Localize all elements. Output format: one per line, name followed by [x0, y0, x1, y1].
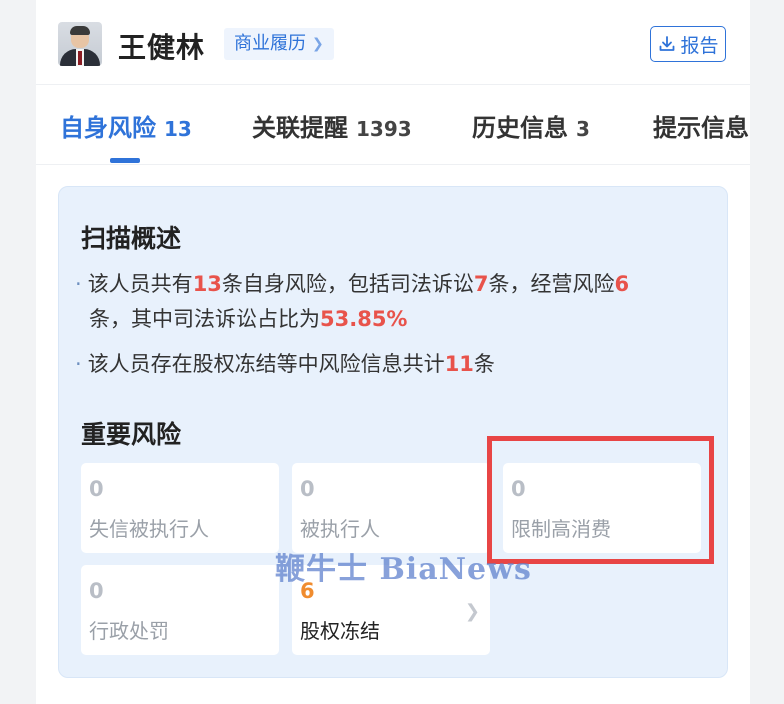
important-risk-title: 重要风险 — [81, 420, 182, 449]
tab-count: 1393 — [356, 117, 412, 141]
summary-bullet-2: · 该人员存在股权冻结等中风险信息共计11条 — [75, 352, 495, 376]
person-name: 王健林 — [118, 31, 206, 64]
download-icon — [660, 36, 675, 51]
report-button[interactable]: 报告 — [650, 26, 726, 62]
tab-label: 提示信息 — [653, 114, 749, 142]
risk-count: 0 — [300, 477, 315, 501]
summary-bullet-1: · 该人员共有13条自身风险，包括司法诉讼7条，经营风险6 条，其中司法诉讼占比为5… — [75, 272, 630, 331]
risk-label: 失信被执行人 — [89, 517, 209, 541]
chevron-right-icon: ❯ — [464, 601, 480, 622]
tab-label: 关联提醒 — [252, 114, 348, 142]
business-history-link[interactable]: 商业履历 ❯ — [224, 28, 334, 60]
risk-tabs: 自身风险 13 关联提醒 1393 历史信息 3 提示信息 — [36, 84, 750, 165]
risk-label: 被执行人 — [300, 517, 380, 541]
scan-summary-title: 扫描概述 — [81, 224, 182, 253]
chevron-right-icon: ❯ — [312, 36, 324, 52]
risk-label: 行政处罚 — [89, 619, 169, 643]
tab-label: 自身风险 — [60, 114, 156, 142]
active-tab-indicator — [110, 158, 140, 163]
tab-self-risk[interactable]: 自身风险 13 — [60, 108, 192, 143]
report-label: 报告 — [680, 34, 719, 57]
watermark: 鞭牛士 BiaNews — [275, 552, 532, 587]
risk-count: 0 — [89, 579, 104, 603]
tab-history[interactable]: 历史信息 3 — [472, 108, 590, 143]
scan-summary-panel: 扫描概述 · 该人员共有13条自身风险，包括司法诉讼7条，经营风险6 条，其中司法诉… — [58, 186, 728, 678]
tab-label: 历史信息 — [472, 114, 568, 142]
risk-label: 股权冻结 — [300, 619, 380, 643]
risk-tile-admin-penalty[interactable]: 0 行政处罚 — [81, 565, 279, 655]
tab-tips[interactable]: 提示信息 — [653, 108, 749, 143]
risk-tile-executed[interactable]: 0 被执行人 — [292, 463, 490, 553]
business-history-label: 商业履历 — [234, 33, 306, 54]
tab-count: 13 — [164, 117, 192, 141]
risk-count: 0 — [89, 477, 104, 501]
profile-header: 王健林 商业履历 ❯ 报告 — [36, 0, 750, 85]
tab-count: 3 — [576, 117, 590, 141]
risk-tile-dishonest[interactable]: 0 失信被执行人 — [81, 463, 279, 553]
tab-related-alerts[interactable]: 关联提醒 1393 — [252, 108, 412, 143]
avatar[interactable] — [58, 22, 102, 66]
person-risk-card: 王健林 商业履历 ❯ 报告 自身风险 13 关联提醒 1393 历史信息 3 提示信息… — [36, 0, 750, 704]
